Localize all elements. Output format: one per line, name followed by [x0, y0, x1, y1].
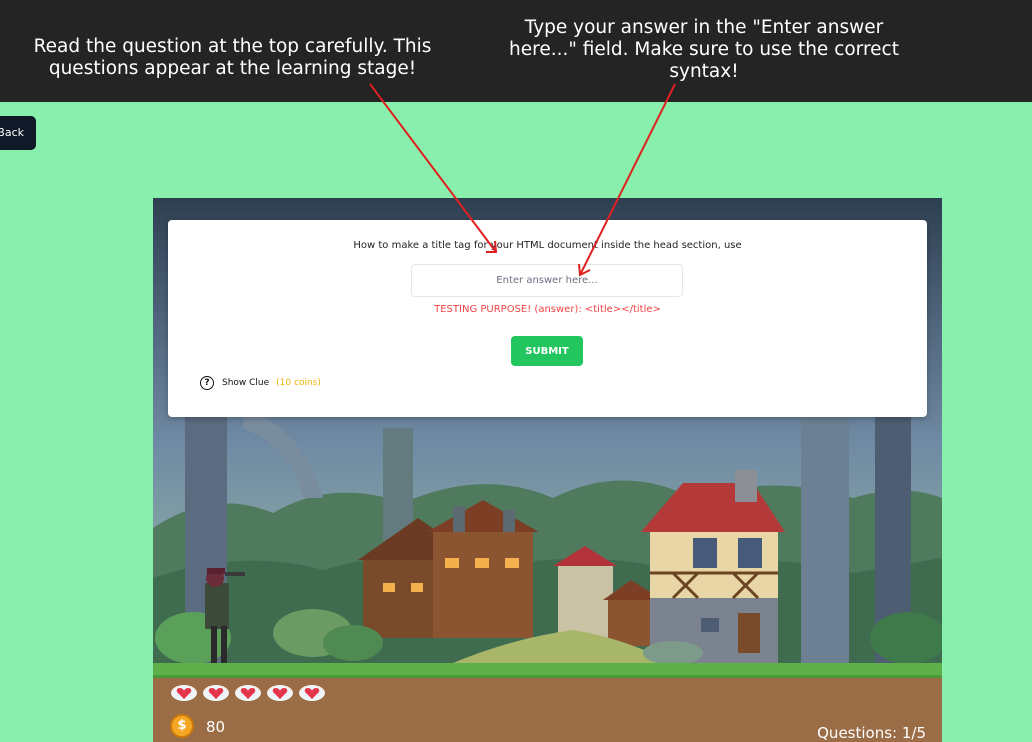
- testing-answer-hint: TESTING PURPOSE! (answer): <title></titl…: [434, 304, 661, 315]
- submit-button[interactable]: SUBMIT: [511, 336, 583, 366]
- show-clue-button[interactable]: ? Show Clue (10 coins): [200, 375, 321, 391]
- question-card: How to make a title tag for your HTML do…: [168, 220, 927, 417]
- instruction-banner: Read the question at the top carefully. …: [0, 0, 1032, 102]
- question-circle-icon: ?: [200, 376, 214, 390]
- annotation-answer-tip: Type your answer in the "Enter answer he…: [509, 17, 899, 82]
- question-text: How to make a title tag for your HTML do…: [353, 240, 742, 251]
- question-counter: Questions: 1/5: [817, 724, 926, 742]
- answer-input[interactable]: [411, 264, 683, 297]
- heart-icon: [171, 685, 325, 701]
- back-button[interactable]: Back: [0, 116, 36, 150]
- show-clue-label: Show Clue: [222, 378, 270, 388]
- annotation-question-tip: Read the question at the top carefully. …: [33, 36, 432, 79]
- coin-count: 80: [206, 718, 226, 736]
- coin-icon: $: [170, 714, 194, 738]
- lives-hearts: [170, 683, 330, 703]
- clue-cost-label: (10 coins): [276, 378, 321, 388]
